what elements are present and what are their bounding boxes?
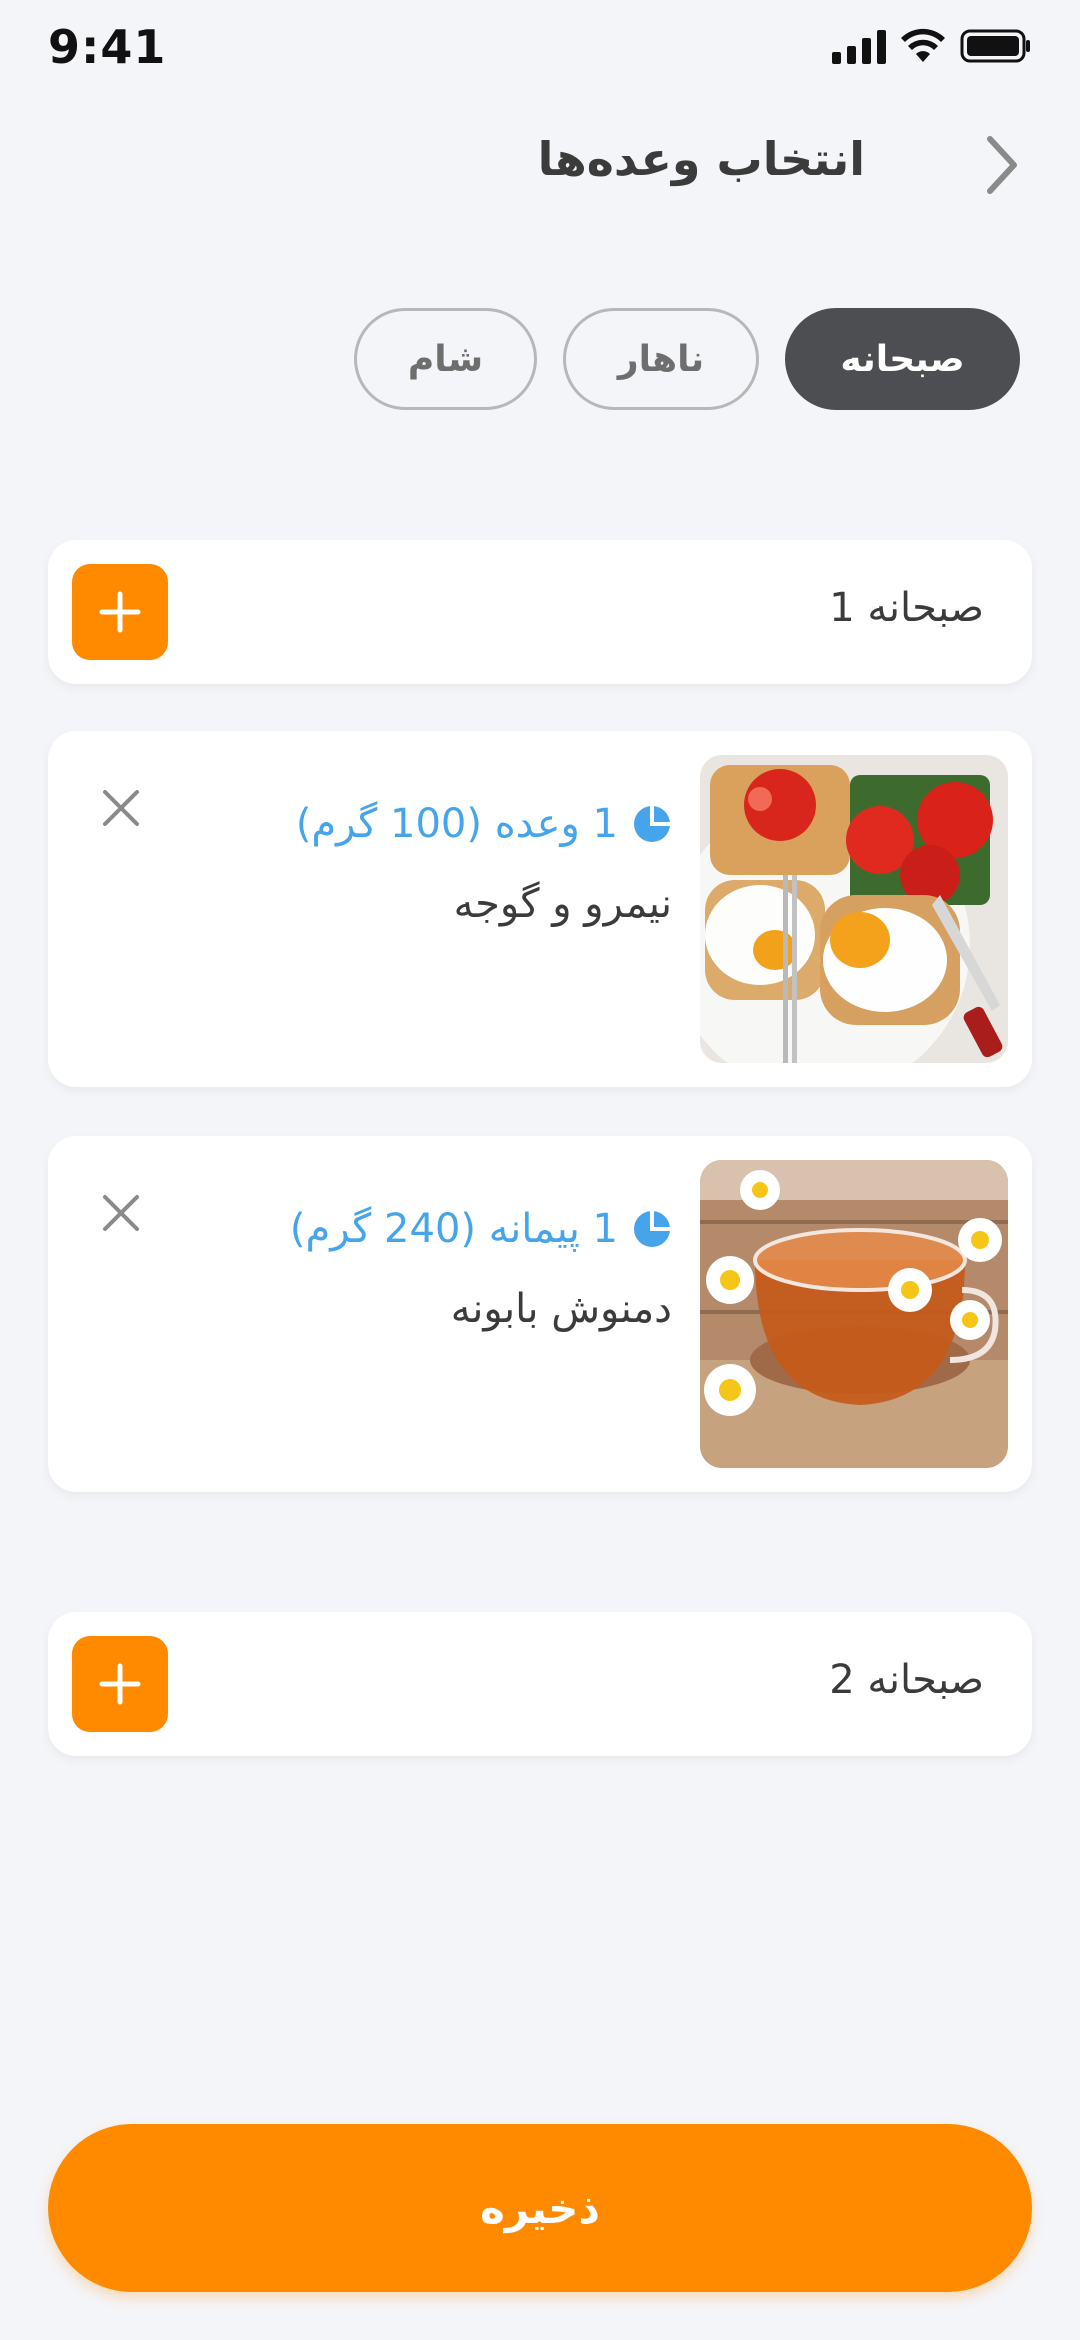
page-title: انتخاب وعده‌ها: [537, 132, 865, 186]
food-image-chamomile-tea: [700, 1160, 1008, 1468]
food-name: نیمرو و گوجه: [453, 881, 672, 927]
food-card: 1 وعده (100 گرم) نیمرو و گوجه: [48, 731, 1032, 1087]
tab-lunch[interactable]: ناهار: [563, 308, 759, 410]
status-bar: 9:41: [0, 0, 1080, 96]
close-icon: [103, 790, 139, 826]
portion-text[interactable]: 1 وعده (100 گرم): [296, 801, 618, 847]
plus-icon: [99, 591, 141, 633]
food-image-fried-eggs: [700, 755, 1008, 1063]
battery-icon: [960, 29, 1030, 63]
portion-pie-icon: [634, 1211, 670, 1247]
tab-dinner[interactable]: شام: [354, 308, 537, 410]
portion-row: 1 وعده (100 گرم): [296, 801, 672, 847]
header: انتخاب وعده‌ها: [0, 110, 1080, 220]
meal-section-header: صبحانه 1: [48, 540, 1032, 684]
wifi-icon: [901, 28, 945, 62]
add-food-button[interactable]: [72, 564, 168, 660]
close-icon: [103, 1195, 139, 1231]
food-card: 1 پیمانه (240 گرم) دمنوش بابونه: [48, 1136, 1032, 1492]
remove-food-button[interactable]: [96, 783, 146, 833]
cellular-signal-icon: [832, 28, 886, 64]
portion-row: 1 پیمانه (240 گرم): [290, 1206, 672, 1252]
meal-tabs: صبحانه ناهار شام: [354, 308, 1020, 410]
save-button[interactable]: ذخیره: [48, 2124, 1032, 2292]
portion-text[interactable]: 1 پیمانه (240 گرم): [290, 1206, 618, 1252]
chevron-right-icon: [987, 136, 1017, 194]
tab-breakfast[interactable]: صبحانه: [785, 308, 1020, 410]
plus-icon: [99, 1663, 141, 1705]
add-food-button[interactable]: [72, 1636, 168, 1732]
portion-pie-icon: [634, 806, 670, 842]
food-name: دمنوش بابونه: [450, 1286, 672, 1332]
meal-section-title: صبحانه 1: [829, 585, 984, 631]
meal-section-title: صبحانه 2: [829, 1657, 984, 1703]
remove-food-button[interactable]: [96, 1188, 146, 1238]
back-button[interactable]: [972, 130, 1032, 200]
status-time: 9:41: [48, 20, 167, 74]
meal-section-header: صبحانه 2: [48, 1612, 1032, 1756]
status-icons: [832, 28, 1032, 64]
